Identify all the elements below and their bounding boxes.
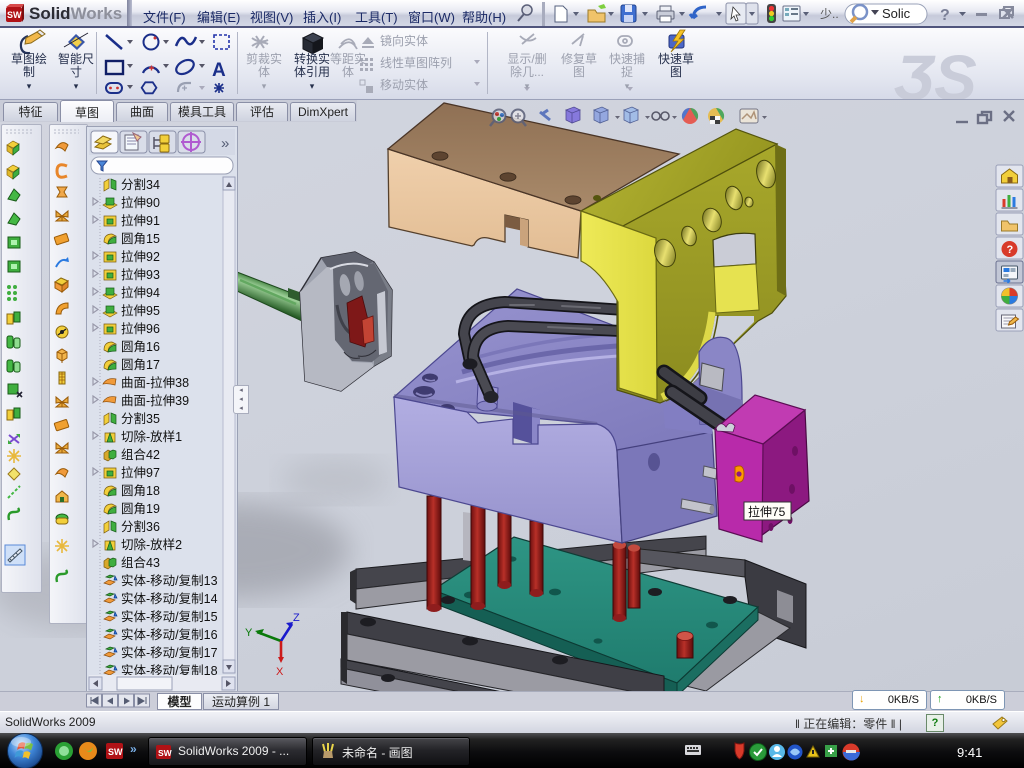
svg-text:圆角17: 圆角17	[121, 358, 160, 372]
svg-text:组合43: 组合43	[121, 555, 160, 570]
svg-text:分割36: 分割36	[121, 519, 160, 534]
svg-text:拉伸96: 拉伸96	[121, 321, 160, 336]
svg-text:Y: Y	[245, 627, 253, 639]
svg-text:»: »	[221, 135, 229, 152]
svg-text:曲面-拉伸39: 曲面-拉伸39	[121, 393, 189, 408]
svg-text:分割34: 分割34	[121, 177, 160, 192]
svg-text:曲面-拉伸38: 曲面-拉伸38	[121, 375, 189, 390]
svg-text:?: ?	[940, 7, 950, 24]
svg-text:拉伸95: 拉伸95	[121, 303, 160, 318]
svg-text:»: »	[130, 742, 137, 756]
svg-text:切除-放样1: 切除-放样1	[121, 429, 182, 444]
svg-text:组合42: 组合42	[121, 447, 160, 462]
svg-text:9:41: 9:41	[957, 745, 982, 760]
svg-text:分割35: 分割35	[121, 411, 160, 426]
svg-text:SW: SW	[158, 748, 172, 758]
svg-text:SW: SW	[108, 747, 123, 757]
svg-text:拉伸90: 拉伸90	[121, 195, 160, 210]
svg-text:拉伸93: 拉伸93	[121, 267, 160, 282]
svg-text:拉伸92: 拉伸92	[121, 249, 160, 264]
svg-text:实体-移动/复制14: 实体-移动/复制14	[121, 591, 218, 606]
svg-text:实体-移动/复制15: 实体-移动/复制15	[121, 609, 218, 624]
svg-text:拉伸75: 拉伸75	[748, 504, 786, 519]
svg-text:ӠS: ӠS	[894, 42, 977, 99]
svg-text:切除-放样2: 切除-放样2	[121, 537, 182, 552]
svg-text:拉伸97: 拉伸97	[121, 465, 160, 480]
svg-text:实体-移动/复制13: 实体-移动/复制13	[121, 573, 218, 588]
svg-text:拉伸94: 拉伸94	[121, 285, 160, 300]
svg-text:Z: Z	[293, 612, 300, 624]
svg-text:X: X	[276, 666, 284, 678]
svg-text:SW: SW	[7, 10, 22, 20]
svg-text:少..: 少..	[820, 7, 839, 21]
svg-text:圆角19: 圆角19	[121, 502, 160, 516]
svg-text:拉伸91: 拉伸91	[121, 213, 160, 228]
svg-text:实体-移动/复制16: 实体-移动/复制16	[121, 627, 218, 642]
svg-text:Solic: Solic	[882, 6, 911, 21]
svg-text:A: A	[212, 60, 226, 81]
svg-text:圆角16: 圆角16	[121, 340, 160, 354]
svg-text:圆角15: 圆角15	[121, 232, 160, 246]
svg-text:?: ?	[1007, 244, 1014, 256]
svg-text:圆角18: 圆角18	[121, 484, 160, 498]
svg-text:实体-移动/复制17: 实体-移动/复制17	[121, 645, 218, 660]
